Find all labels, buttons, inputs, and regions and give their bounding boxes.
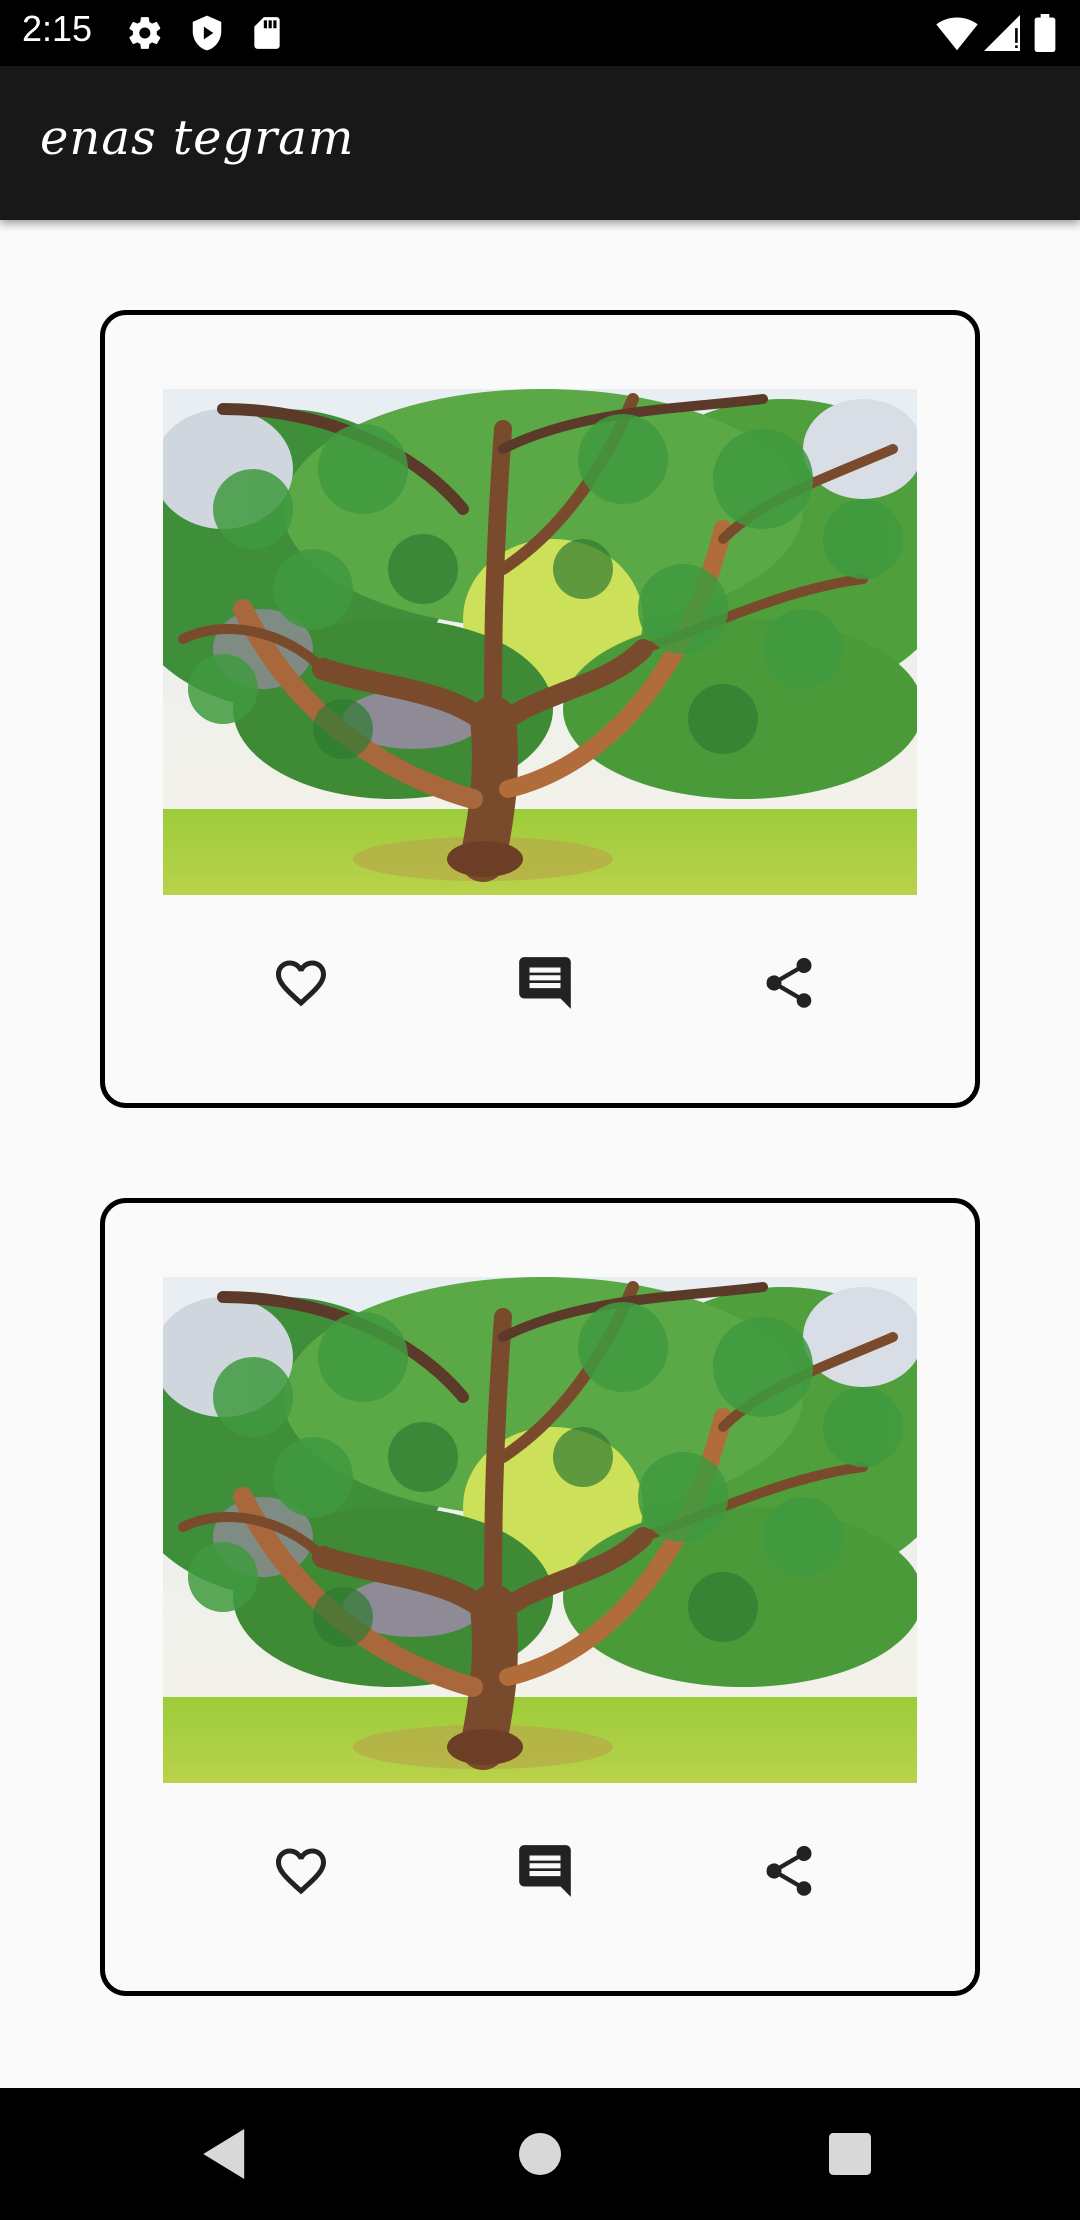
share-icon[interactable] [749, 943, 829, 1023]
nav-back-icon[interactable] [186, 2114, 266, 2194]
post-card [100, 1198, 980, 1996]
comment-icon[interactable] [505, 943, 585, 1023]
heart-outline-icon[interactable] [261, 1831, 341, 1911]
gear-icon [126, 14, 164, 56]
navigation-bar [0, 2088, 1080, 2220]
battery-icon [1034, 14, 1056, 56]
post-actions [105, 1803, 975, 1933]
nav-home-icon[interactable] [500, 2114, 580, 2194]
nav-recents-icon[interactable] [810, 2114, 890, 2194]
signal-icon [984, 14, 1020, 56]
app-title: enas tegram [40, 110, 355, 166]
shield-play-icon [188, 14, 226, 56]
share-icon[interactable] [749, 1831, 829, 1911]
heart-outline-icon[interactable] [261, 943, 341, 1023]
post-image[interactable] [163, 1277, 917, 1783]
status-time: 2:15 [22, 8, 93, 49]
sd-card-icon [250, 14, 284, 56]
status-bar: 2:15 [0, 0, 1080, 66]
post-image[interactable] [163, 389, 917, 895]
post-card [100, 310, 980, 1108]
wifi-icon [936, 14, 978, 56]
comment-icon[interactable] [505, 1831, 585, 1911]
post-actions [105, 915, 975, 1045]
app-bar: enas tegram [0, 66, 1080, 220]
